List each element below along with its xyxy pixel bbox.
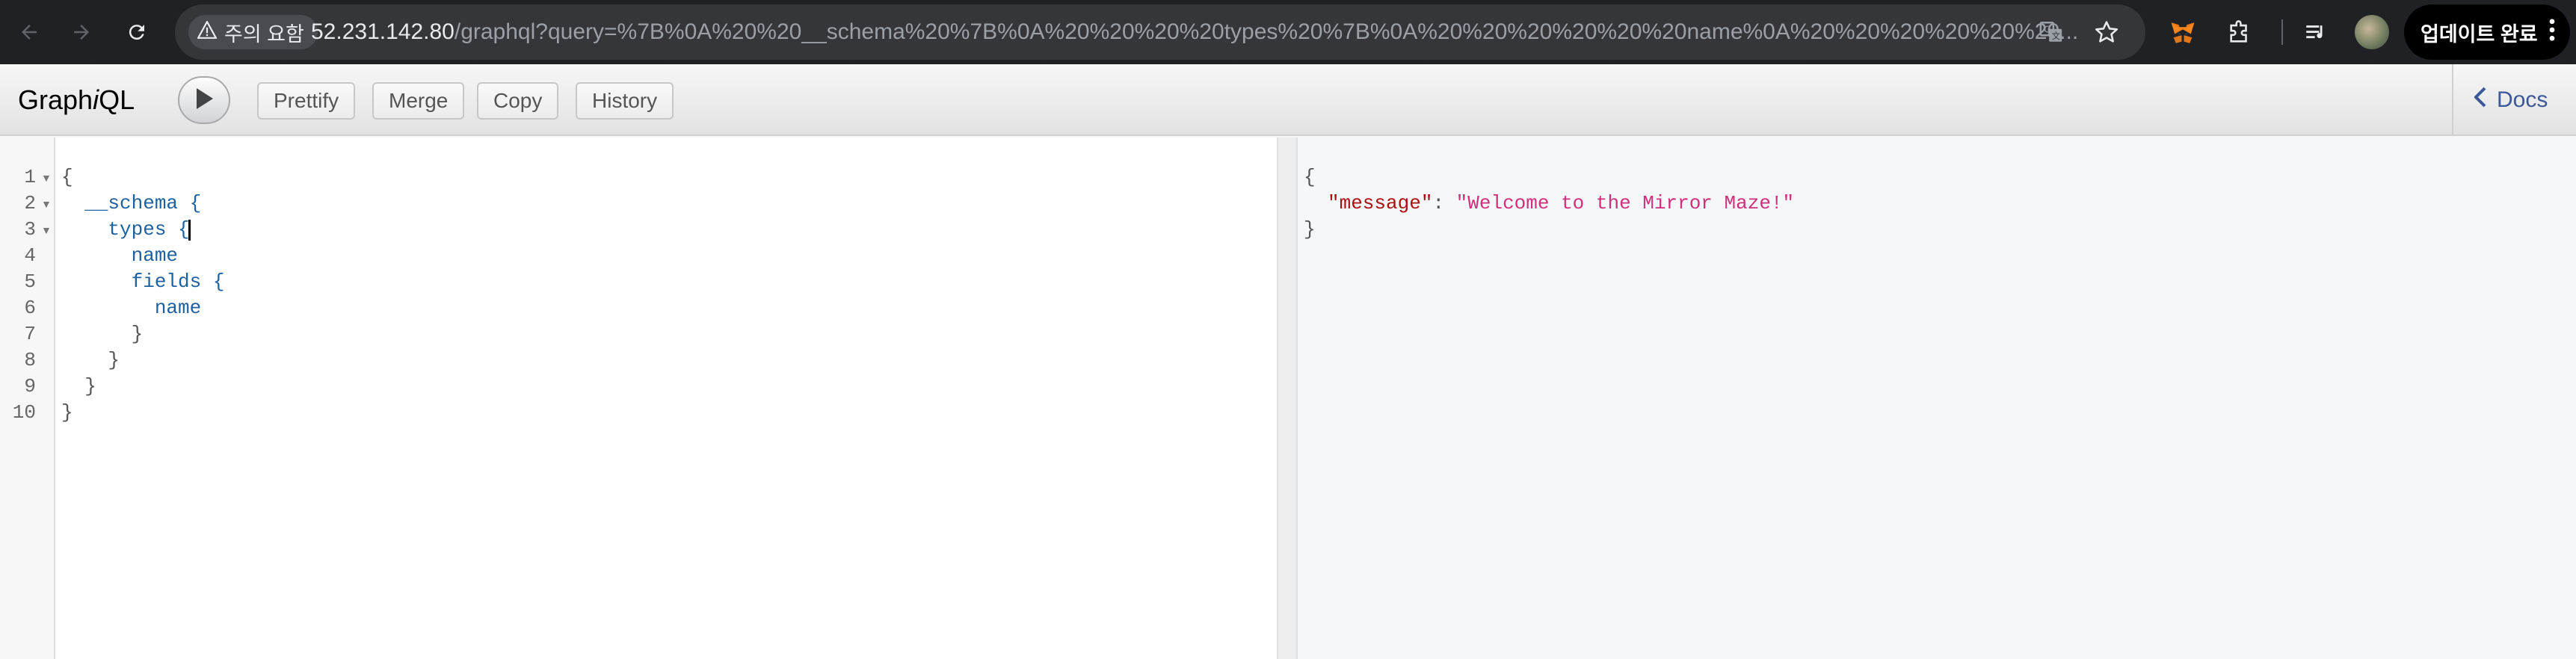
more-vert-icon bbox=[2548, 18, 2556, 46]
address-bar[interactable]: 주의 요함 52.231.142.80/graphql?query=%7B%0A… bbox=[175, 4, 2145, 60]
code-line: } bbox=[61, 375, 96, 397]
line-number: 5 bbox=[24, 270, 36, 293]
code-line: { bbox=[61, 166, 73, 188]
update-complete-button[interactable]: 업데이트 완료 bbox=[2404, 4, 2570, 60]
extensions-icon[interactable] bbox=[2223, 16, 2256, 49]
code-line: name bbox=[61, 244, 179, 267]
docs-button[interactable]: Docs bbox=[2452, 64, 2576, 136]
code-line: __schema { bbox=[61, 192, 202, 214]
back-arrow-icon[interactable] bbox=[9, 12, 49, 52]
star-icon[interactable] bbox=[2092, 17, 2121, 47]
line-number: 3 bbox=[24, 218, 36, 241]
reload-icon[interactable] bbox=[117, 12, 157, 52]
prettify-button[interactable]: Prettify bbox=[257, 82, 356, 120]
text-cursor bbox=[188, 220, 191, 241]
forward-arrow-icon[interactable] bbox=[61, 12, 102, 52]
history-button[interactable]: History bbox=[576, 82, 674, 120]
fold-arrow-icon[interactable]: ▼ bbox=[41, 224, 52, 236]
code-line: } bbox=[61, 349, 120, 371]
translate-icon[interactable]: G文 bbox=[2036, 17, 2066, 47]
graphiql-toolbar: GraphiQL Prettify Merge Copy History Doc… bbox=[0, 64, 2576, 136]
result-viewer: { "message": "Welcome to the Mirror Maze… bbox=[1298, 137, 2576, 659]
browser-toolbar: 주의 요함 52.231.142.80/graphql?query=%7B%0A… bbox=[0, 0, 2576, 64]
fold-arrow-icon[interactable]: ▼ bbox=[41, 198, 52, 210]
reading-list-icon[interactable] bbox=[2299, 16, 2332, 49]
line-number: 10 bbox=[12, 401, 36, 424]
url-text[interactable]: 52.231.142.80/graphql?query=%7B%0A%20%20… bbox=[311, 4, 2180, 60]
line-number: 8 bbox=[24, 349, 36, 371]
json-close-brace: } bbox=[1304, 218, 1316, 241]
security-chip[interactable]: 주의 요함 bbox=[188, 15, 318, 49]
code-line: name bbox=[61, 297, 202, 319]
line-number: 6 bbox=[24, 297, 36, 319]
line-number-gutter: 1 2 3 4 5 6 7 8 9 10 ▼ ▼ ▼ bbox=[0, 137, 55, 659]
code-line: fields { bbox=[61, 270, 225, 293]
json-line: "message": "Welcome to the Mirror Maze!" bbox=[1328, 191, 1794, 217]
warning-icon bbox=[197, 19, 218, 44]
line-number: 1 bbox=[24, 166, 36, 188]
execute-query-button[interactable] bbox=[178, 76, 230, 124]
pane-resize-handle[interactable] bbox=[1277, 137, 1298, 659]
profile-avatar[interactable] bbox=[2355, 15, 2389, 49]
svg-text:文: 文 bbox=[2052, 31, 2060, 41]
json-key: "message" bbox=[1328, 192, 1433, 214]
url-path: /graphql?query=%7B%0A%20%20__schema%20%7… bbox=[454, 19, 2079, 44]
url-host: 52.231.142.80 bbox=[311, 19, 455, 44]
line-number: 4 bbox=[24, 244, 36, 267]
toolbar-separator bbox=[2281, 19, 2283, 45]
json-value: "Welcome to the Mirror Maze!" bbox=[1455, 192, 1795, 214]
docs-label: Docs bbox=[2497, 87, 2548, 112]
merge-button[interactable]: Merge bbox=[372, 82, 465, 120]
chevron-left-icon bbox=[2474, 87, 2486, 114]
line-number: 9 bbox=[24, 375, 36, 397]
copy-button[interactable]: Copy bbox=[477, 82, 559, 120]
fold-arrow-icon[interactable]: ▼ bbox=[41, 172, 52, 184]
code-line: } bbox=[61, 323, 144, 345]
code-line: types { bbox=[61, 218, 190, 241]
code-line: } bbox=[61, 401, 73, 424]
play-icon bbox=[195, 87, 213, 113]
line-number: 7 bbox=[24, 323, 36, 345]
update-label: 업데이트 완료 bbox=[2421, 22, 2538, 46]
json-open-brace: { bbox=[1304, 166, 1316, 188]
graphiql-logo: GraphiQL bbox=[18, 84, 135, 115]
json-colon: : bbox=[1432, 192, 1456, 214]
line-number: 2 bbox=[24, 192, 36, 214]
metamask-icon[interactable] bbox=[2166, 16, 2199, 49]
security-label: 주의 요함 bbox=[224, 22, 304, 46]
query-editor[interactable]: { __schema { types { name fields { name … bbox=[55, 137, 1277, 659]
